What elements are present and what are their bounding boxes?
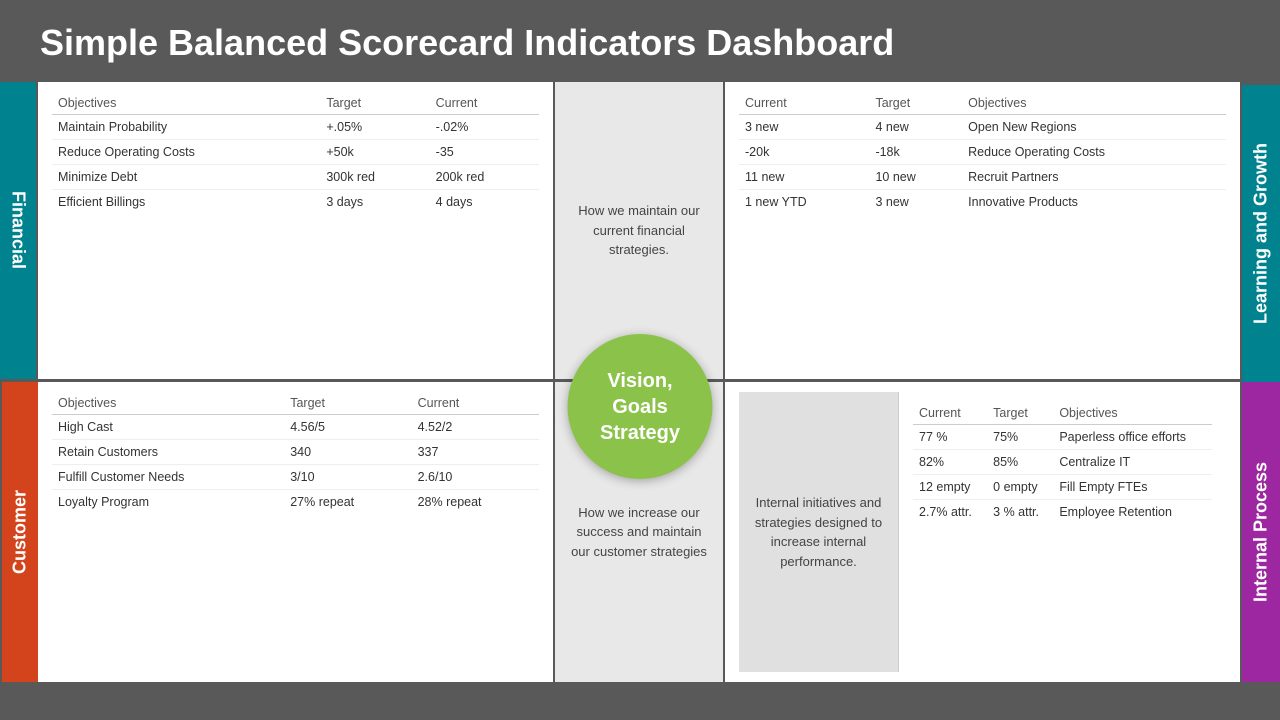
internal-table: Current Target Objectives 77 %75%Paperle… [913,402,1212,524]
table-row: Reduce Operating Costs+50k-35 [52,140,539,165]
financial-tab: Financial [0,82,38,382]
table-row: 77 %75%Paperless office efforts [913,425,1212,450]
table-row: 1 new YTD3 newInnovative Products [739,190,1226,215]
learning-content: Current Target Objectives 3 new4 newOpen… [725,82,1242,382]
learning-tab: Learning and Growth [1242,82,1280,382]
financial-table: Objectives Target Current Maintain Proba… [52,92,539,214]
financial-col-current: Current [430,92,539,115]
table-row: Fulfill Customer Needs3/102.6/10 [52,465,539,490]
lg-col-current: Current [739,92,869,115]
ip-col-current: Current [913,402,987,425]
ip-col-objectives: Objectives [1053,402,1212,425]
table-row: Maintain Probability+.05%-.02% [52,115,539,140]
financial-col-objectives: Objectives [52,92,320,115]
vision-text: Vision,GoalsStrategy [600,368,680,446]
table-row: 12 empty0 emptyFill Empty FTEs [913,475,1212,500]
table-row: 11 new10 newRecruit Partners [739,165,1226,190]
customer-tab: Customer [0,382,38,682]
table-row: Efficient Billings3 days4 days [52,190,539,215]
table-row: 3 new4 newOpen New Regions [739,115,1226,140]
table-row: High Cast4.56/54.52/2 [52,415,539,440]
table-row: 82%85%Centralize IT [913,450,1212,475]
table-row: Loyalty Program27% repeat28% repeat [52,490,539,515]
internal-content: Internal initiatives and strategies desi… [725,382,1242,682]
learning-table: Current Target Objectives 3 new4 newOpen… [739,92,1226,214]
customer-table: Objectives Target Current High Cast4.56/… [52,392,539,514]
table-row: -20k-18kReduce Operating Costs [739,140,1226,165]
table-row: Minimize Debt300k red200k red [52,165,539,190]
vision-circle: Vision,GoalsStrategy [568,334,713,479]
table-row: 2.7% attr.3 % attr.Employee Retention [913,500,1212,525]
title: Simple Balanced Scorecard Indicators Das… [0,0,1280,82]
lg-col-target: Target [869,92,962,115]
internal-tab: Internal Process [1242,382,1280,682]
financial-col-target: Target [320,92,429,115]
lg-col-objectives: Objectives [962,92,1226,115]
customer-content: Objectives Target Current High Cast4.56/… [38,382,555,682]
ip-col-target: Target [987,402,1053,425]
table-row: Retain Customers340337 [52,440,539,465]
cust-col-objectives: Objectives [52,392,284,415]
internal-description: Internal initiatives and strategies desi… [739,392,899,672]
cust-col-target: Target [284,392,411,415]
financial-content: Objectives Target Current Maintain Proba… [38,82,555,382]
cust-col-current: Current [412,392,539,415]
